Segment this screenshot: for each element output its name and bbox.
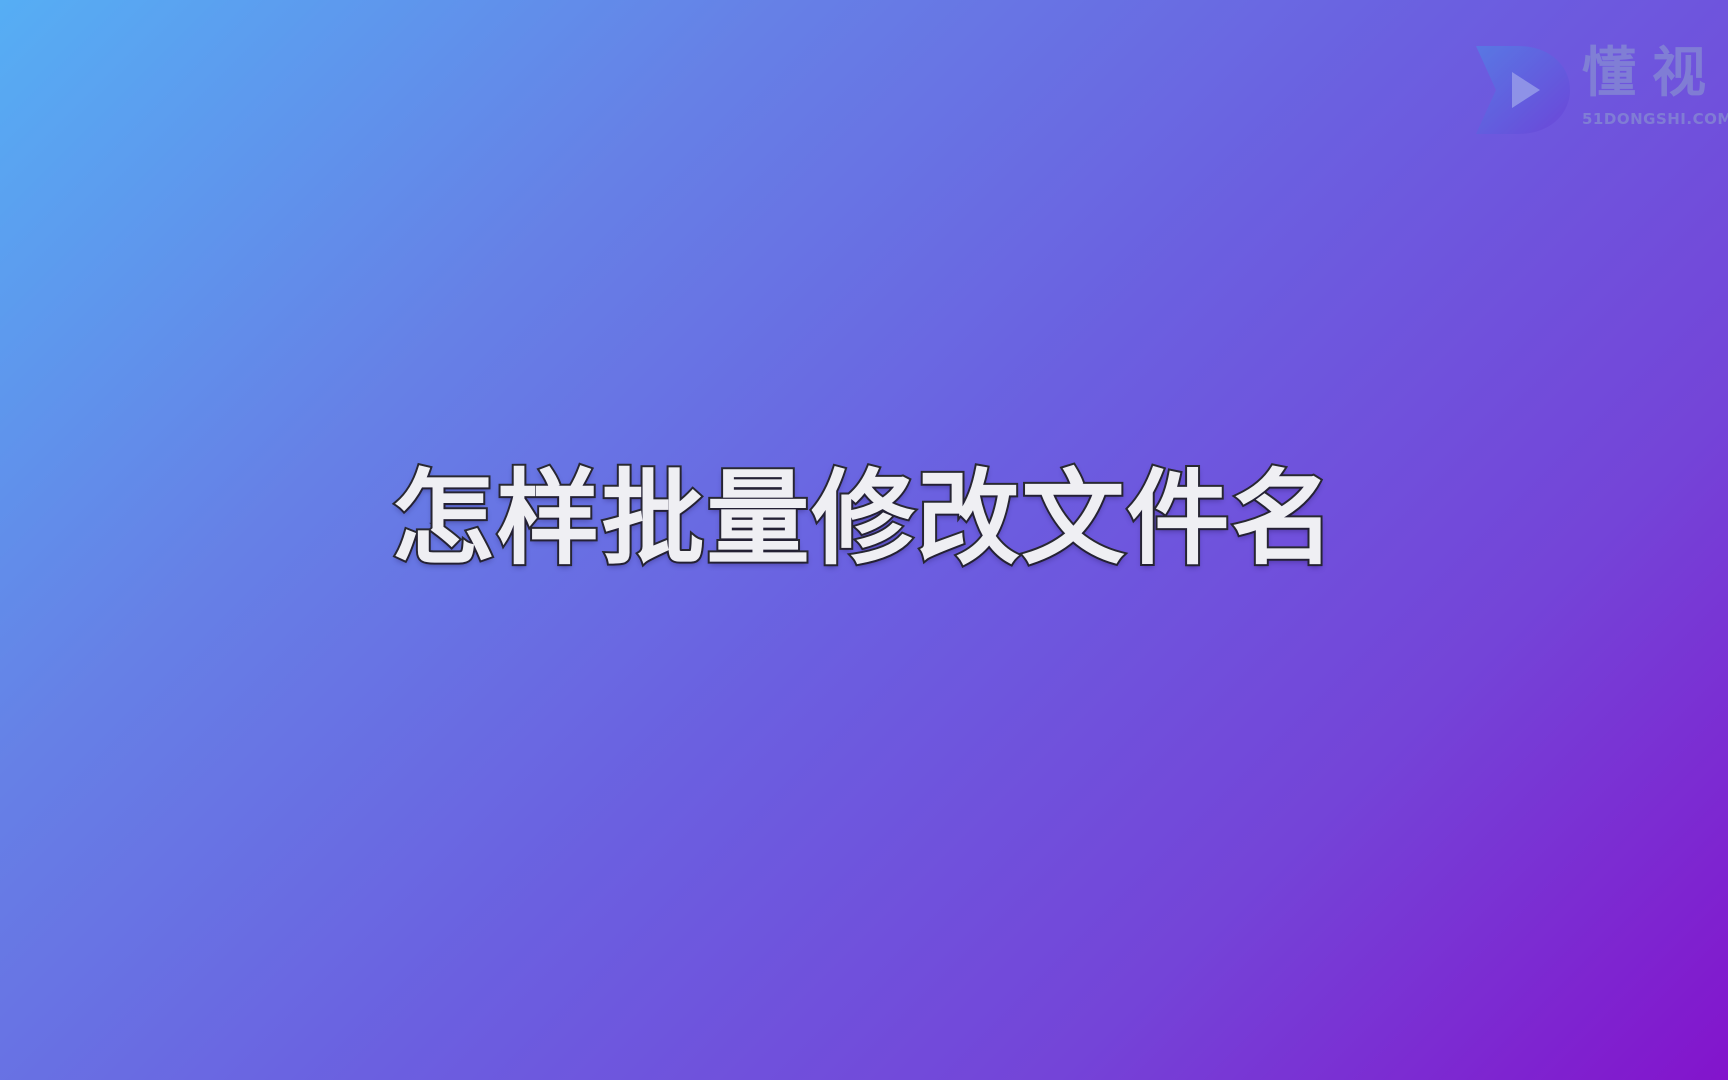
brand-watermark: 懂视 51DONGSHI.COM xyxy=(1468,40,1728,140)
brand-name: 懂视 xyxy=(1582,41,1722,104)
brand-url: 51DONGSHI.COM xyxy=(1582,110,1728,128)
play-d-logo-icon xyxy=(1476,46,1570,134)
video-frame: 懂视 51DONGSHI.COM 怎样批量修改文件名 xyxy=(0,0,1728,1080)
slide-title: 怎样批量修改文件名 xyxy=(390,457,1337,581)
